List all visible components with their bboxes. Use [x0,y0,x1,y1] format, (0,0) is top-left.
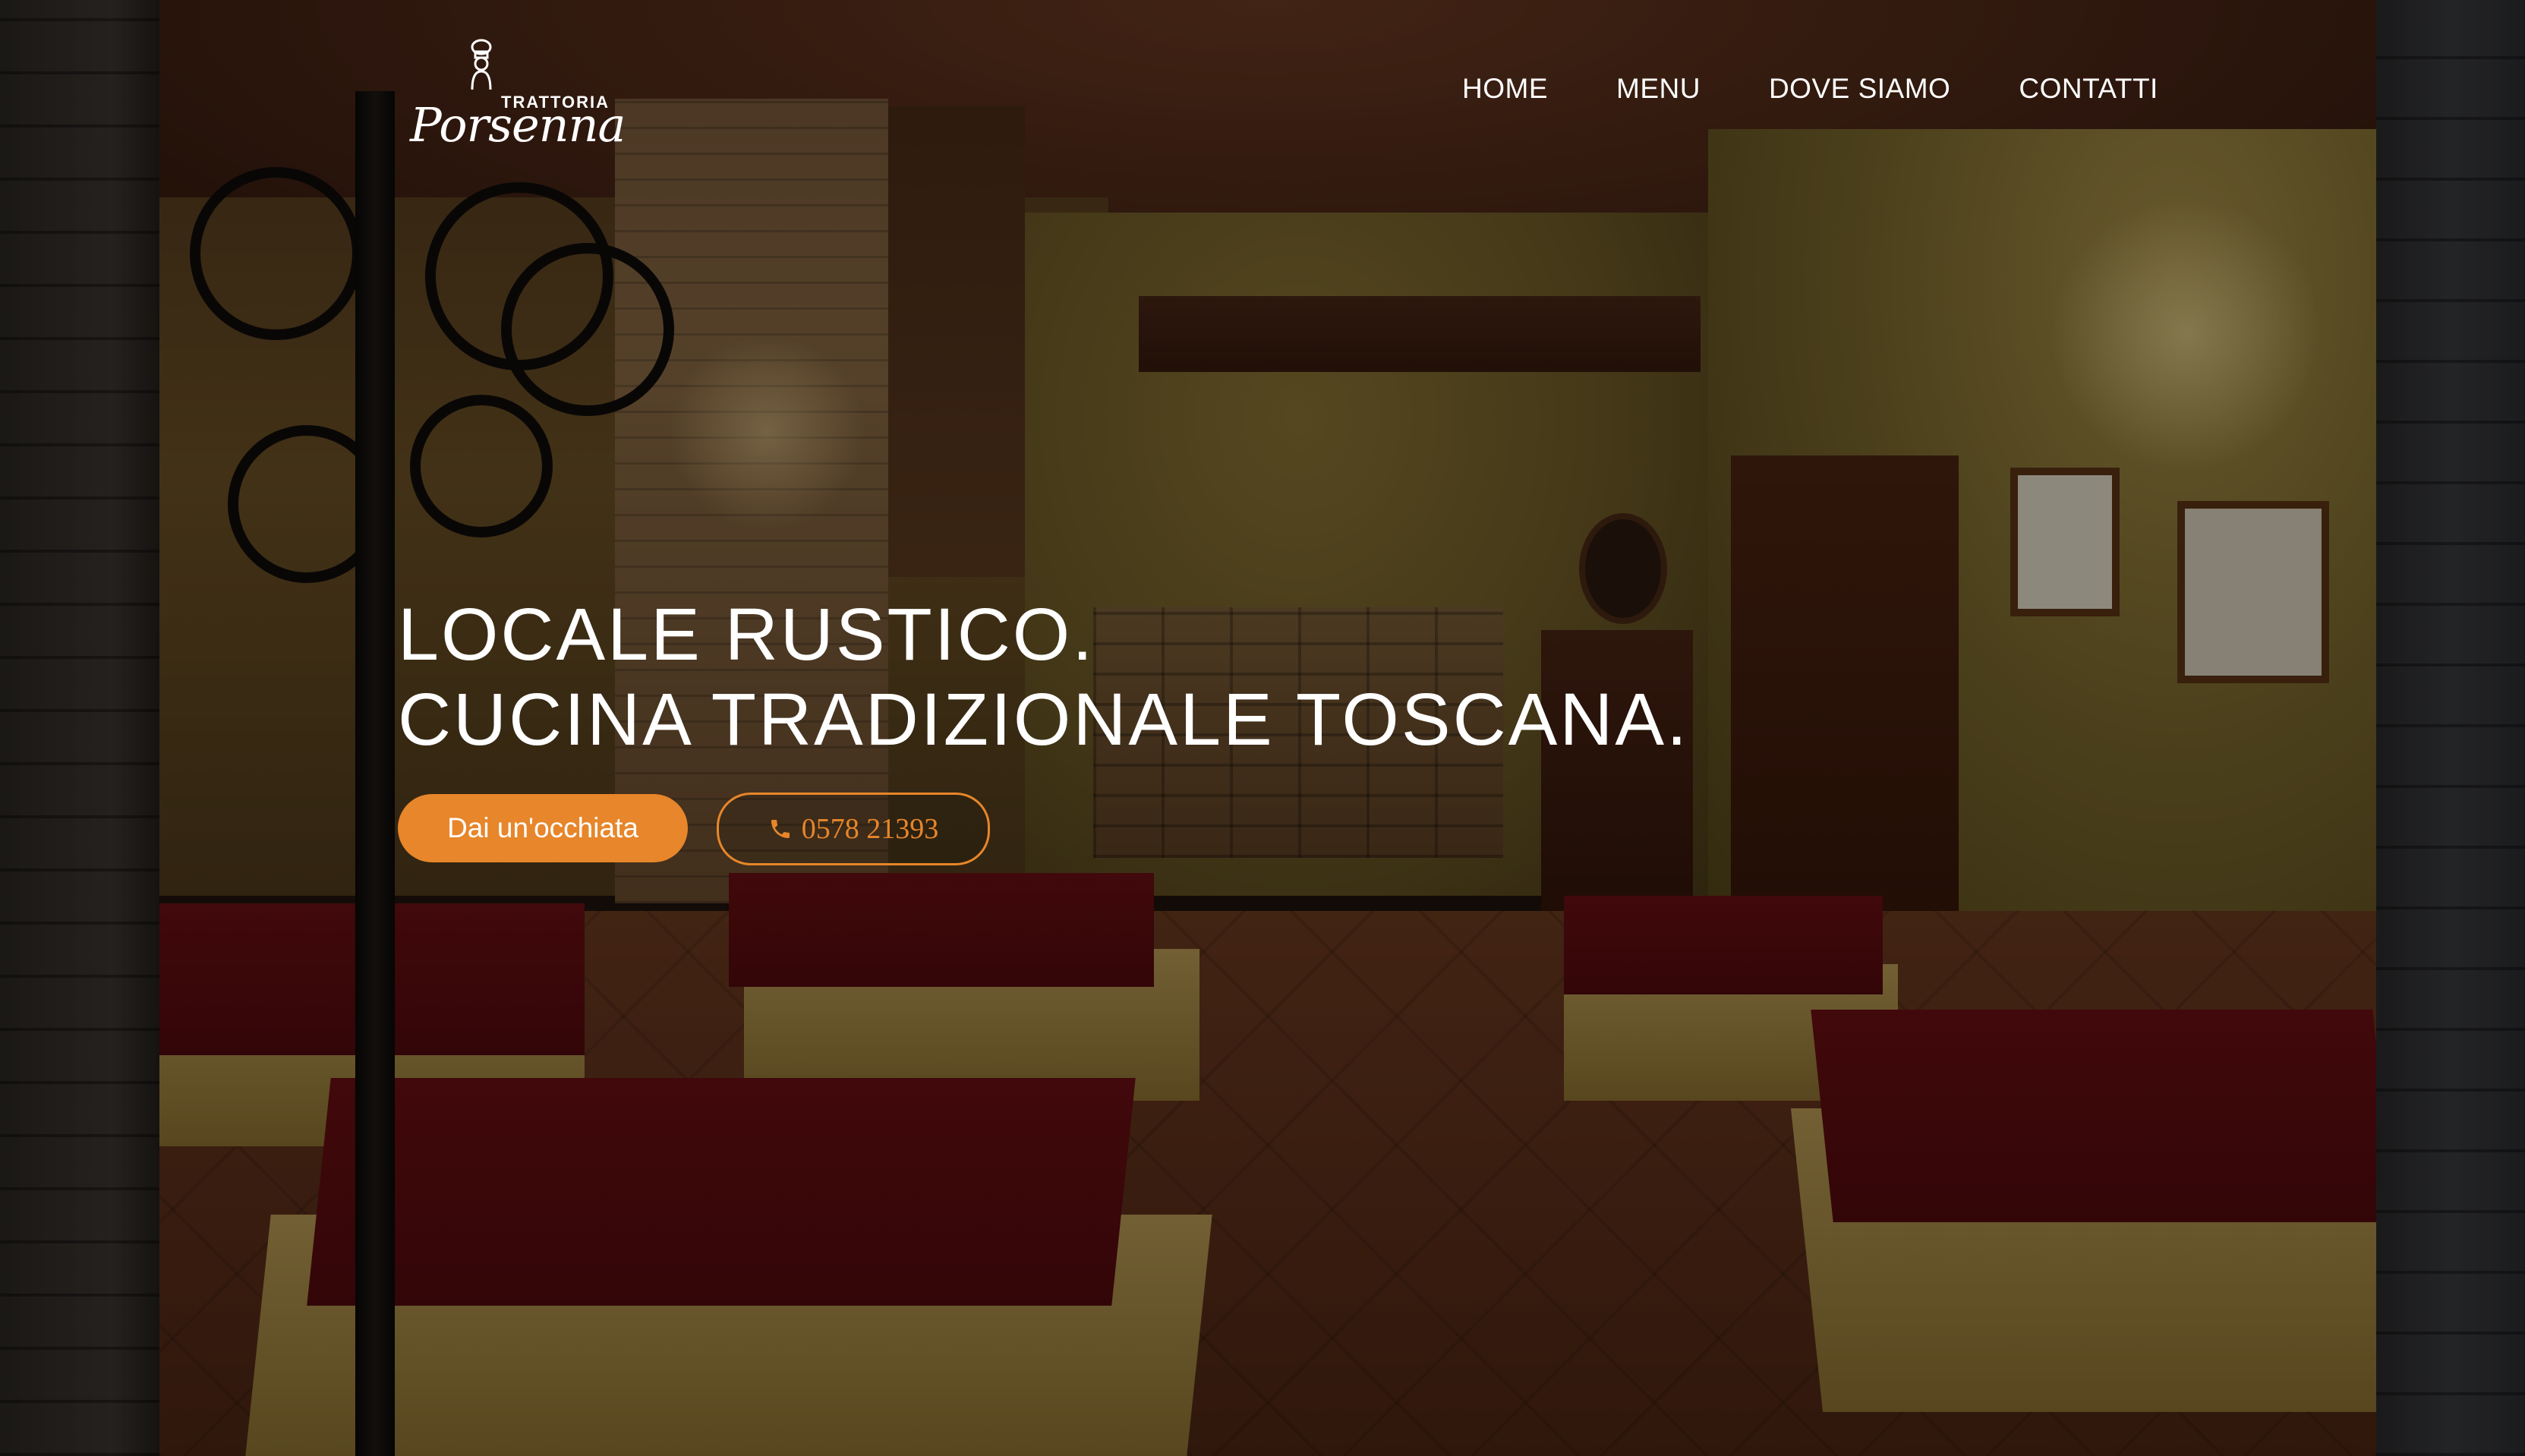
main-navigation: HOME MENU DOVE SIAMO CONTATTI [1462,73,2158,105]
nav-home[interactable]: HOME [1462,73,1548,105]
hero-title: LOCALE RUSTICO. CUCINA TRADIZIONALE TOSC… [398,592,1689,762]
phone-icon [771,820,790,838]
phone-call-button[interactable]: 0578 21393 [717,793,990,865]
nav-menu[interactable]: MENU [1616,73,1701,105]
phone-number-label: 0578 21393 [801,813,939,845]
hero-title-line-1: LOCALE RUSTICO. [398,593,1095,676]
logo-script-text: Porsenna [410,97,626,153]
chef-logo-icon [471,39,492,90]
nav-contatti[interactable]: CONTATTI [2019,73,2158,105]
nav-dove-siamo[interactable]: DOVE SIAMO [1769,73,1950,105]
hero-title-line-2: CUCINA TRADIZIONALE TOSCANA. [398,678,1690,761]
page: TRATTORIA Porsenna HOME MENU DOVE SIAMO … [0,0,2525,1456]
dai-un-occhiata-button[interactable]: Dai un'occhiata [398,794,688,862]
site-logo[interactable]: TRATTORIA Porsenna [410,38,626,153]
